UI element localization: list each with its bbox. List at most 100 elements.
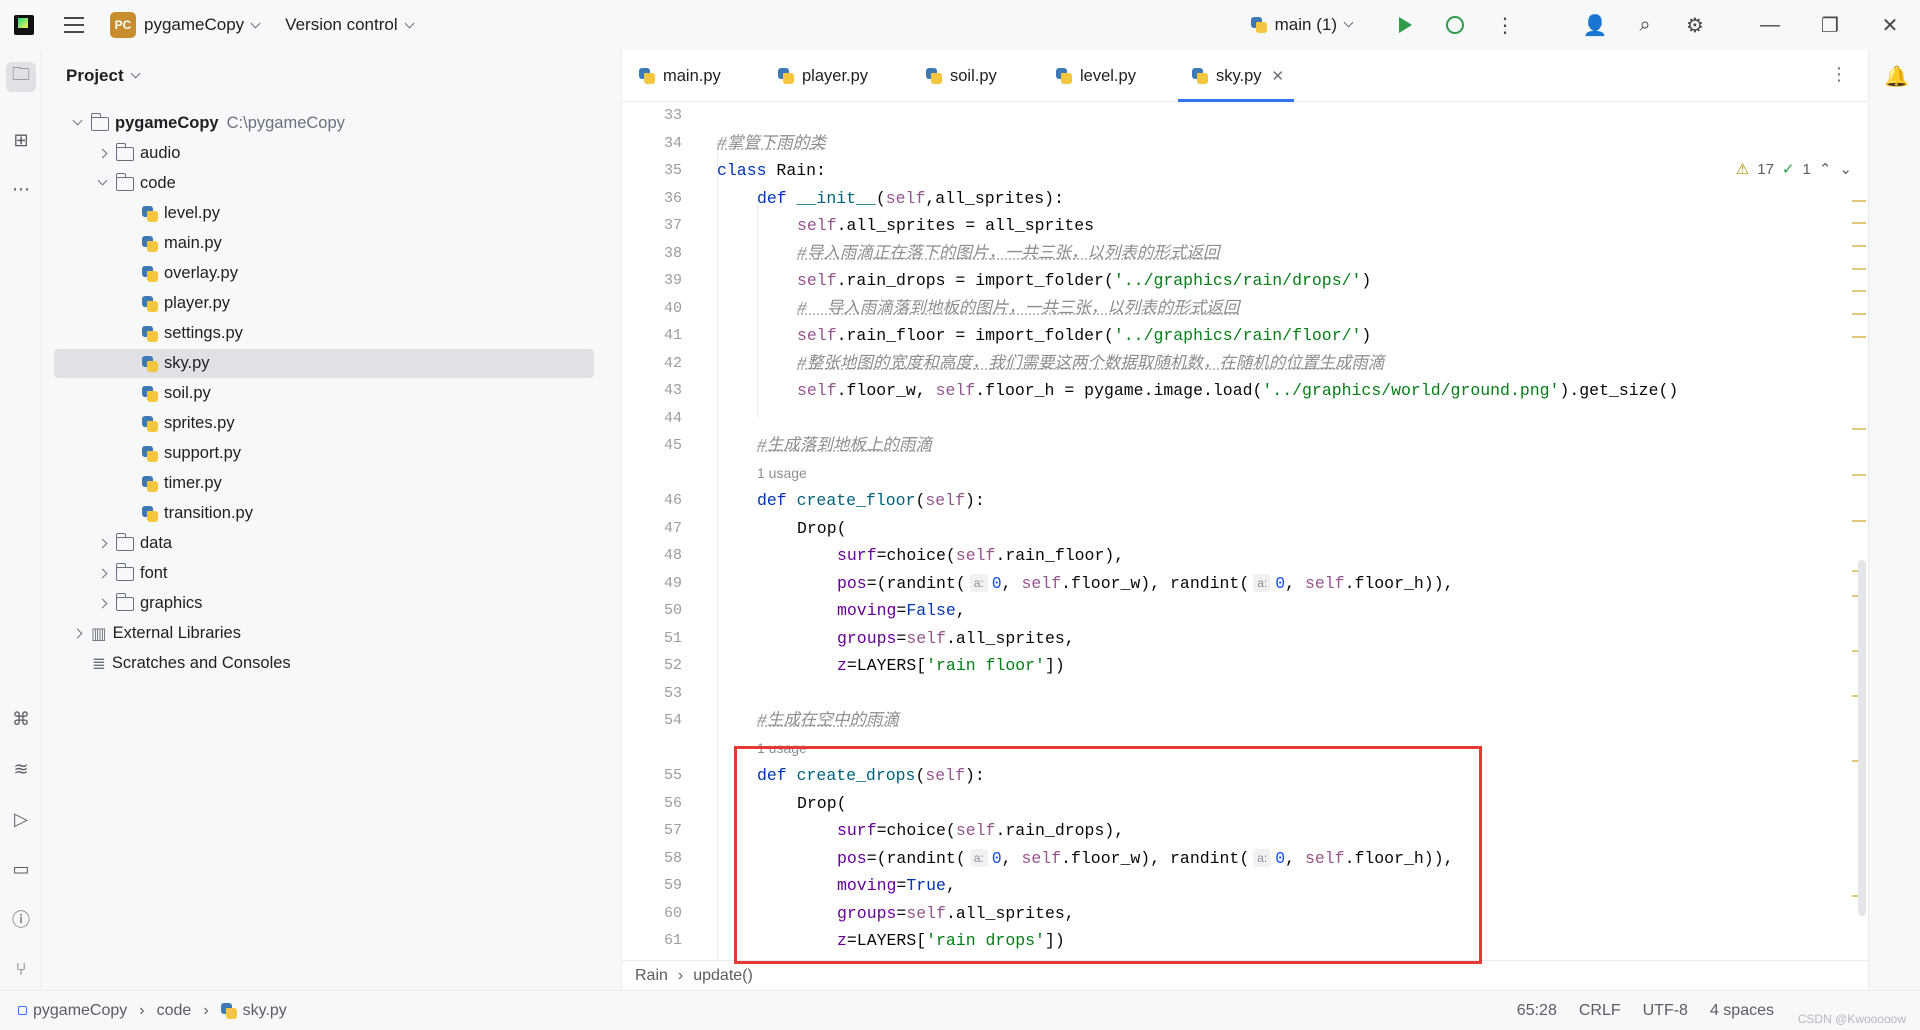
tree-file[interactable]: level.py: [54, 199, 594, 228]
tree-folder-code[interactable]: code: [54, 169, 594, 198]
problems-button[interactable]: ⓘ: [6, 904, 36, 934]
tree-label: code: [140, 174, 176, 192]
line-separator[interactable]: CRLF: [1579, 1002, 1621, 1020]
code-comment: #导入雨滴正在落下的图片，一共三张，以列表的形式返回: [797, 243, 1220, 263]
close-tab-icon[interactable]: ✕: [1272, 67, 1285, 85]
project-switcher[interactable]: pygameCopy: [144, 15, 261, 35]
services-button[interactable]: ▷: [6, 804, 36, 834]
tree-file[interactable]: timer.py: [54, 469, 594, 498]
structure-tool-button[interactable]: ⊞: [6, 125, 36, 155]
line-number: 53: [663, 684, 682, 702]
code-line-38: #导入雨滴正在落下的图片，一共三张，以列表的形式返回: [797, 240, 1219, 268]
close-window-button[interactable]: ✕: [1860, 0, 1920, 50]
indent-setting[interactable]: 4 spaces: [1710, 1002, 1774, 1020]
minimize-button[interactable]: —: [1740, 0, 1800, 50]
code-comment: #生成在空中的雨滴: [757, 711, 899, 730]
folder-icon: [115, 142, 134, 161]
status-project[interactable]: pygameCopy: [33, 1002, 127, 1020]
tree-folder-audio[interactable]: audio: [54, 139, 594, 168]
terminal-icon: ▭: [12, 858, 30, 879]
main-menu-icon[interactable]: [64, 17, 84, 33]
tree-file[interactable]: settings.py: [54, 319, 594, 348]
tree-file[interactable]: support.py: [54, 439, 594, 468]
maximize-button[interactable]: ❐: [1800, 0, 1860, 50]
run-button[interactable]: [1380, 0, 1430, 50]
more-actions-button[interactable]: ⋮: [1480, 0, 1530, 50]
version-control-menu[interactable]: Version control: [285, 15, 415, 35]
project-badge[interactable]: PC: [110, 12, 136, 38]
python-file-icon: [142, 475, 158, 492]
python-console-button[interactable]: ⌘: [6, 704, 36, 734]
more-tools-button[interactable]: ⋯: [6, 174, 36, 204]
tab-main-py[interactable]: main.py: [639, 50, 721, 102]
breadcrumb-method[interactable]: update(): [693, 967, 753, 985]
stripe-mark[interactable]: [1852, 520, 1866, 522]
tab-soil-py[interactable]: soil.py: [926, 50, 997, 102]
stripe-mark[interactable]: [1852, 428, 1866, 430]
tree-file-selected[interactable]: sky.py: [54, 349, 594, 378]
tree-scratches[interactable]: ≣ Scratches and Consoles: [54, 649, 594, 678]
line-number-gutter: 33 34 35 36 37 38 39 40 41 42 43 44 45 4…: [622, 102, 712, 960]
settings-button[interactable]: ⚙: [1670, 0, 1720, 50]
collapsed-arrow-icon: [97, 538, 108, 549]
param-hint: a:: [969, 574, 988, 593]
line-number: 54: [663, 712, 682, 729]
tree-file[interactable]: main.py: [54, 229, 594, 258]
add-user-button[interactable]: 👤: [1570, 0, 1620, 50]
stripe-mark[interactable]: [1852, 268, 1866, 270]
tree-folder-data[interactable]: data: [54, 529, 594, 558]
chevron-up-icon[interactable]: ⌃: [1819, 160, 1832, 178]
tree-external-libraries[interactable]: ▥ External Libraries: [54, 619, 594, 648]
stripe-mark[interactable]: [1852, 313, 1866, 315]
tree-root[interactable]: pygameCopy C:\pygameCopy: [54, 109, 594, 138]
stripe-mark[interactable]: [1852, 336, 1866, 338]
packages-button[interactable]: ≋: [6, 754, 36, 784]
notifications-bell-icon[interactable]: 🔔: [1884, 64, 1909, 89]
tree-label: support.py: [164, 444, 242, 462]
stripe-mark[interactable]: [1852, 222, 1866, 224]
vertical-scrollbar[interactable]: [1858, 560, 1866, 916]
file-encoding[interactable]: UTF-8: [1643, 1002, 1688, 1020]
python-file-icon: [220, 1002, 237, 1019]
usage-hint[interactable]: 1 usage: [757, 465, 807, 481]
terminal-button[interactable]: ▭: [6, 854, 36, 884]
project-panel-header[interactable]: Project: [42, 50, 621, 102]
line-number: 41: [663, 327, 682, 344]
tree-file[interactable]: soil.py: [54, 379, 594, 408]
code-breadcrumb: Rain › update(): [622, 960, 1868, 990]
chevron-down-icon[interactable]: ⌄: [1839, 160, 1852, 178]
python-file-icon: [142, 385, 158, 402]
tree-file[interactable]: transition.py: [54, 499, 594, 528]
status-file[interactable]: sky.py: [243, 1002, 287, 1020]
line-number: 51: [663, 629, 682, 647]
breadcrumb-class[interactable]: Rain: [635, 967, 668, 985]
search-button[interactable]: ⌕: [1620, 0, 1670, 50]
collapsed-arrow-icon: [97, 598, 108, 609]
collapsed-arrow-icon: [97, 148, 108, 159]
status-folder[interactable]: code: [157, 1002, 192, 1020]
tree-file[interactable]: player.py: [54, 289, 594, 318]
project-tool-button[interactable]: 🗀: [6, 62, 36, 92]
line-number: 56: [663, 794, 682, 812]
python-file-icon: [926, 68, 942, 84]
git-button[interactable]: ⑂: [6, 954, 36, 984]
run-config-selector[interactable]: main (1): [1250, 15, 1354, 35]
code-comment: #生成落到地板上的雨滴: [757, 436, 932, 455]
problems-icon: ⓘ: [12, 910, 30, 930]
caret-position[interactable]: 65:28: [1517, 1002, 1557, 1020]
stripe-mark[interactable]: [1852, 474, 1866, 476]
python-file-icon: [1192, 68, 1208, 84]
tab-options-icon[interactable]: ⋮: [1830, 64, 1848, 85]
debug-button[interactable]: [1430, 0, 1480, 50]
tree-folder-graphics[interactable]: graphics: [54, 589, 594, 618]
tab-sky-py[interactable]: sky.py ✕: [1177, 50, 1295, 102]
tab-level-py[interactable]: level.py: [1056, 50, 1136, 102]
tab-player-py[interactable]: player.py: [778, 50, 868, 102]
stripe-mark[interactable]: [1852, 200, 1866, 202]
code-line-43: self.floor_w, self.floor_h = pygame.imag…: [797, 381, 1679, 400]
tree-folder-font[interactable]: font: [54, 559, 594, 588]
tree-file[interactable]: sprites.py: [54, 409, 594, 438]
stripe-mark[interactable]: [1852, 290, 1866, 292]
stripe-mark[interactable]: [1852, 245, 1866, 247]
tree-file[interactable]: overlay.py: [54, 259, 594, 288]
